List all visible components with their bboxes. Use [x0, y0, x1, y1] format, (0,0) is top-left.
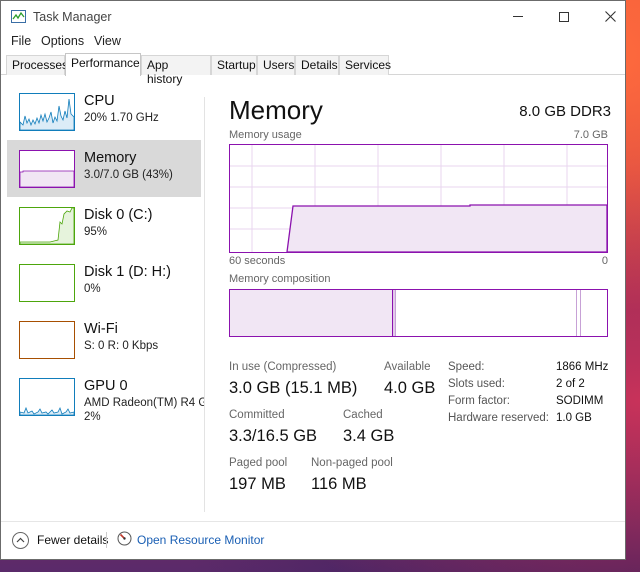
sidebar-item-title: Memory [84, 150, 137, 166]
sidebar-item-disk-0[interactable]: Disk 0 (C:) 95% [7, 197, 201, 254]
memory-composition-label: Memory composition [229, 273, 331, 285]
minimize-button[interactable] [495, 1, 541, 32]
sidebar-item-subtitle: 95% [84, 226, 108, 238]
non-paged-pool-value: 116 MB [311, 475, 367, 493]
memory-composition-bar [229, 289, 608, 337]
cpu-thumbnail-graph [19, 93, 75, 131]
cached-value: 3.4 GB [343, 427, 395, 445]
graph-time-right: 0 [601, 255, 608, 267]
disk-0-thumbnail-graph [19, 207, 75, 245]
close-icon [604, 11, 616, 22]
sidebar-item-subtitle: 20% 1.70 GHz [84, 112, 159, 124]
available-value: 4.0 GB [384, 379, 436, 397]
task-manager-window: Task Manager File Options View Processes… [0, 0, 626, 560]
tab-performance[interactable]: Performance [65, 53, 141, 76]
open-resource-monitor-link[interactable]: Open Resource Monitor [137, 533, 264, 547]
graph-time-left: 60 seconds [229, 255, 286, 267]
memory-thumbnail-graph [19, 150, 75, 188]
menu-options[interactable]: Options [41, 34, 84, 48]
tab-users[interactable]: Users [257, 55, 295, 75]
hardware-reserved-key: Hardware reserved: [448, 412, 549, 424]
tab-strip: Processes Performance App history Startu… [1, 53, 625, 86]
speed-value: 1866 MHz [556, 361, 609, 373]
page-title: Memory [229, 95, 323, 125]
gpu-thumbnail-graph [19, 378, 75, 416]
sidebar-item-wifi[interactable]: Wi-Fi S: 0 R: 0 Kbps [7, 311, 201, 368]
sidebar-item-memory[interactable]: Memory 3.0/7.0 GB (43%) [7, 140, 201, 197]
disk-1-thumbnail-graph [19, 264, 75, 302]
in-use-label: In use (Compressed) [229, 361, 337, 373]
sidebar-item-title: Disk 1 (D: H:) [84, 264, 171, 280]
sidebar-item-title: GPU 0 [84, 378, 128, 394]
tab-startup[interactable]: Startup [211, 55, 257, 75]
sidebar-item-subtitle-secondary: 2% [84, 411, 101, 423]
tab-details[interactable]: Details [295, 55, 339, 75]
composition-standby [396, 290, 577, 336]
maximize-icon [559, 11, 569, 22]
chevron-up-icon[interactable] [12, 532, 29, 549]
title-bar[interactable]: Task Manager [1, 1, 625, 32]
composition-free-divider [580, 290, 581, 336]
non-paged-pool-label: Non-paged pool [311, 457, 393, 469]
slots-used-key: Slots used: [448, 378, 505, 390]
sidebar-item-disk-1[interactable]: Disk 1 (D: H:) 0% [7, 254, 201, 311]
tab-services[interactable]: Services [339, 55, 391, 75]
memory-usage-graph [229, 144, 608, 253]
tab-app-history[interactable]: App history [141, 55, 211, 86]
form-factor-value: SODIMM [556, 395, 604, 407]
pane-divider [204, 97, 205, 512]
tab-processes[interactable]: Processes [6, 55, 68, 75]
sidebar-item-title: Disk 0 (C:) [84, 207, 153, 223]
resource-monitor-icon[interactable] [117, 531, 132, 546]
memory-usage-label: Memory usage [229, 129, 302, 141]
footer-bar: Fewer details Open Resource Monitor [1, 521, 625, 557]
available-label: Available [384, 361, 431, 373]
performance-sidebar: CPU 20% 1.70 GHz Memory 3.0/7.0 GB (43%)… [7, 83, 204, 499]
paged-pool-label: Paged pool [229, 457, 288, 469]
cached-label: Cached [343, 409, 383, 421]
menu-bar: File Options View [1, 32, 625, 52]
committed-value: 3.3/16.5 GB [229, 427, 318, 445]
window-title: Task Manager [33, 10, 112, 24]
wifi-thumbnail-graph [19, 321, 75, 359]
maximize-button[interactable] [541, 1, 587, 32]
composition-in-use [230, 290, 393, 336]
sidebar-item-cpu[interactable]: CPU 20% 1.70 GHz [7, 83, 201, 140]
task-manager-icon [11, 10, 26, 23]
menu-view[interactable]: View [94, 34, 121, 48]
sidebar-item-subtitle: 0% [84, 283, 101, 295]
sidebar-item-subtitle: 3.0/7.0 GB (43%) [84, 169, 173, 181]
fewer-details-button[interactable]: Fewer details [37, 533, 108, 547]
sidebar-item-subtitle: S: 0 R: 0 Kbps [84, 340, 159, 352]
speed-key: Speed: [448, 361, 485, 373]
sidebar-item-gpu[interactable]: GPU 0 AMD Radeon(TM) R4 Gr 2% [7, 368, 204, 438]
close-button[interactable] [587, 1, 633, 32]
committed-label: Committed [229, 409, 285, 421]
minimize-icon [513, 16, 523, 17]
memory-spec: 8.0 GB DDR3 [519, 103, 611, 120]
paged-pool-value: 197 MB [229, 475, 286, 493]
in-use-value: 3.0 GB (15.1 MB) [229, 379, 358, 397]
memory-usage-max: 7.0 GB [573, 129, 608, 141]
form-factor-key: Form factor: [448, 395, 510, 407]
hardware-reserved-value: 1.0 GB [556, 412, 592, 424]
footer-separator [106, 532, 107, 548]
sidebar-item-title: CPU [84, 93, 115, 109]
sidebar-item-subtitle: AMD Radeon(TM) R4 Gr [84, 397, 204, 409]
sidebar-item-title: Wi-Fi [84, 321, 118, 337]
slots-used-value: 2 of 2 [556, 378, 585, 390]
menu-file[interactable]: File [11, 34, 31, 48]
